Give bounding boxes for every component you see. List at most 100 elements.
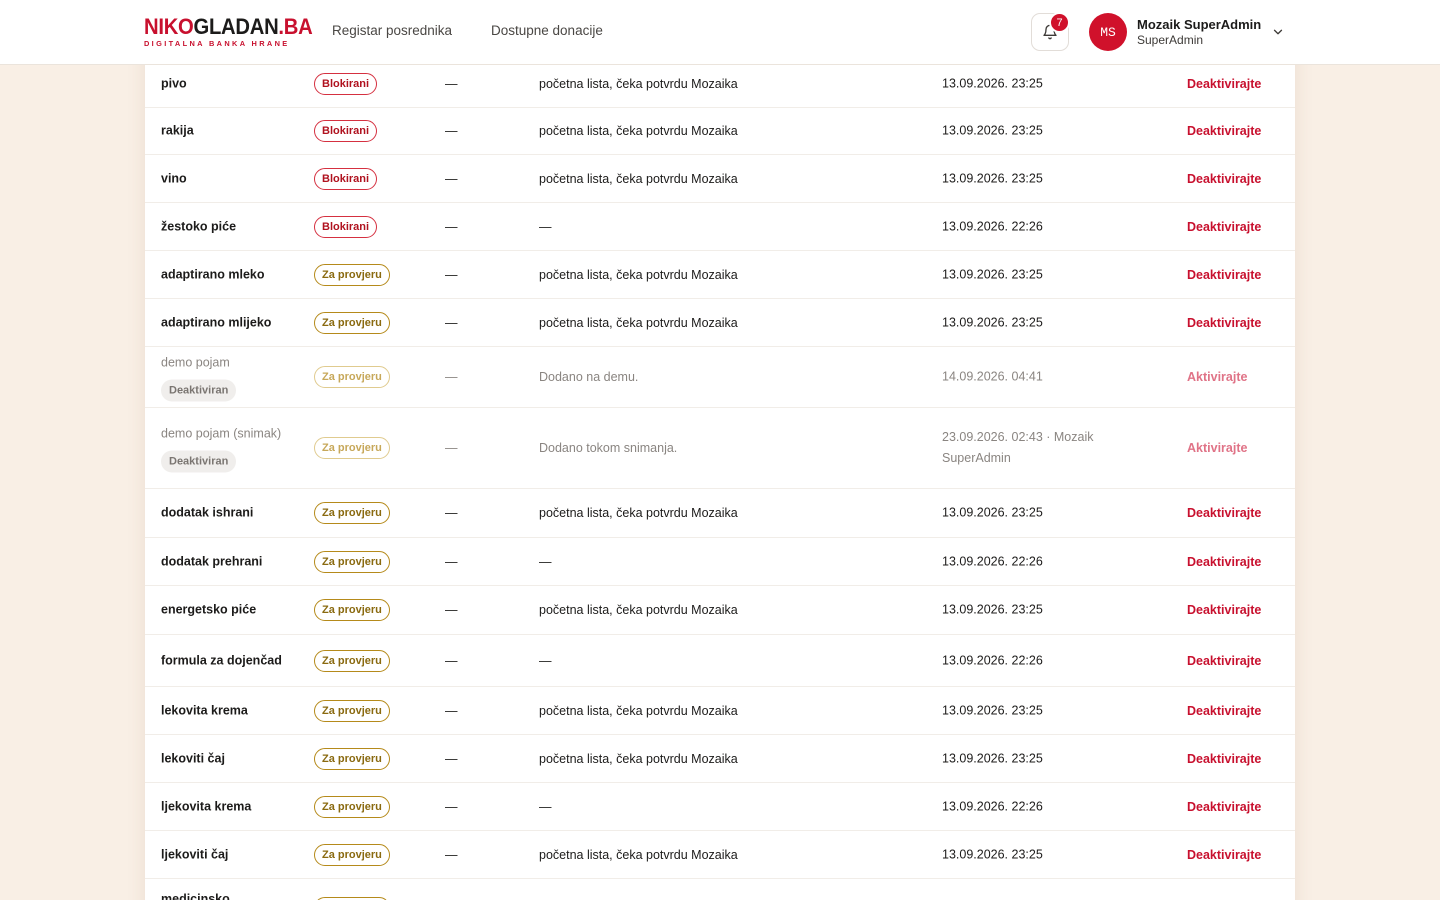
deactivate-button[interactable]: Deaktivirajte — [1187, 506, 1261, 520]
deactivate-button[interactable]: Deaktivirajte — [1187, 268, 1261, 282]
nav-dostupne-donacije[interactable]: Dostupne donacije — [491, 23, 603, 38]
note-cell: Dodano tokom snimanja. — [539, 441, 678, 455]
term-name: adaptirano mlijeko — [161, 315, 272, 329]
status-badge: Za provjeru — [314, 437, 390, 459]
note-cell: početna lista, čeka potvrdu Mozaika — [539, 751, 738, 766]
term-cell: rakija — [161, 121, 291, 142]
term-name: rakija — [161, 123, 194, 138]
term-name: medicinsko — [161, 892, 230, 900]
term-name: energetsko piće — [161, 602, 257, 617]
note-cell: — — [539, 219, 552, 234]
term-name: demo pojam (snimak) — [161, 426, 282, 441]
deactivate-button[interactable]: Deaktivirajte — [1187, 555, 1261, 569]
deactivate-button[interactable]: Deaktivirajte — [1187, 172, 1261, 186]
user-name[interactable]: Mozaik SuperAdmin — [1137, 17, 1261, 32]
category-cell: — — [445, 219, 458, 234]
status-cell: Za provjeru — [314, 437, 390, 459]
deactivate-button[interactable]: Deaktivirajte — [1187, 752, 1261, 766]
deactivate-button[interactable]: Deaktivirajte — [1187, 848, 1261, 862]
date-cell: 13.09.2026. 23:25 — [942, 267, 1043, 281]
logo-wordmark: NIKOGLADAN.BA — [144, 14, 313, 39]
term-cell: vino — [161, 168, 291, 189]
activate-button[interactable]: Aktivirajte — [1187, 370, 1247, 384]
term-cell: ljekovita krema — [161, 796, 291, 817]
table-row: medicinskoZa provjeru — [145, 879, 1295, 900]
category-cell: — — [445, 653, 458, 668]
table-row: energetsko piće Za provjeru — početna lista… — [145, 586, 1295, 635]
note-cell: — — [539, 554, 552, 569]
deactivated-badge: Deaktiviran — [161, 450, 237, 473]
status-cell: Za provjeru — [314, 311, 390, 334]
term-name: pivo — [161, 76, 187, 90]
category-cell: — — [445, 124, 458, 138]
activate-button[interactable]: Aktivirajte — [1187, 441, 1247, 455]
chevron-down-icon[interactable] — [1271, 25, 1285, 39]
term-name: vino — [161, 171, 187, 185]
term-cell: adaptirano mleko — [161, 264, 291, 285]
term-name: formula za dojenčad — [161, 653, 282, 667]
status-cell: Blokirani — [314, 120, 378, 142]
date-cell: 13.09.2026. 23:25 — [942, 315, 1043, 329]
table-row: demo pojam (snimak) Deaktiviran Za provjer… — [145, 408, 1295, 489]
note-cell: — — [539, 799, 552, 814]
status-badge: Za provjeru — [314, 366, 390, 388]
deactivate-button[interactable]: Deaktivirajte — [1187, 800, 1261, 814]
status-cell: Za provjeru — [314, 795, 390, 818]
category-cell: — — [445, 799, 458, 814]
term-cell: žestoko piće — [161, 216, 291, 237]
term-cell: adaptirano mlijeko — [161, 312, 291, 333]
table-row: rakija Blokirani — početna lista, čeka potv… — [145, 108, 1295, 155]
user-role: SuperAdmin — [1137, 33, 1204, 47]
deactivate-button[interactable]: Deaktivirajte — [1187, 704, 1261, 718]
term-cell: pivo — [161, 73, 291, 94]
status-badge: Za provjeru — [314, 599, 390, 621]
status-badge: Blokirani — [314, 167, 378, 190]
note-cell: početna lista, čeka potvrdu Mozaika — [539, 603, 738, 617]
term-cell: dodatak ishrani — [161, 503, 291, 524]
term-cell: demo pojam Deaktiviran — [161, 353, 291, 402]
deactivate-button[interactable]: Deaktivirajte — [1187, 124, 1261, 138]
avatar[interactable]: MS — [1089, 13, 1127, 51]
deactivate-button[interactable]: Deaktivirajte — [1187, 603, 1261, 617]
status-cell: Za provjeru — [314, 263, 390, 286]
term-name: dodatak ishrani — [161, 505, 254, 520]
deactivated-badge: Deaktiviran — [161, 379, 237, 402]
status-cell: Za provjeru — [314, 649, 390, 672]
term-name: ljekovita krema — [161, 799, 252, 813]
date-cell: 13.09.2026. 23:25 — [942, 76, 1043, 90]
logo[interactable]: NIKOGLADAN.BA DIGITALNA BANKA HRANE — [144, 14, 327, 48]
table-row: demo pojam Deaktiviran Za provjeru — Dodano … — [145, 347, 1295, 408]
status-badge: Za provjeru — [314, 502, 390, 524]
status-cell: Za provjeru — [314, 550, 390, 573]
date-cell: 13.09.2026. 22:26 — [942, 653, 1043, 667]
deactivate-button[interactable]: Deaktivirajte — [1187, 77, 1261, 91]
deactivate-button[interactable]: Deaktivirajte — [1187, 316, 1261, 330]
note-cell: — — [539, 653, 552, 668]
category-cell: — — [445, 506, 458, 520]
term-name: lekovita krema — [161, 703, 248, 717]
status-cell: Za provjeru — [314, 747, 390, 770]
category-cell: — — [445, 76, 458, 91]
note-cell: početna lista, čeka potvrdu Mozaika — [539, 171, 738, 186]
date-cell: 13.09.2026. 23:25 — [942, 171, 1043, 185]
date-cell: 13.09.2026. 23:25 — [942, 505, 1043, 520]
status-cell: Za provjeru — [314, 502, 390, 524]
date-cell: 13.09.2026. 22:26 — [942, 799, 1043, 813]
deactivate-button[interactable]: Deaktivirajte — [1187, 220, 1261, 234]
status-cell: Za provjeru — [314, 366, 390, 388]
term-cell: energetsko piće — [161, 600, 291, 621]
term-cell: lekoviti čaj — [161, 748, 291, 769]
date-cell: 13.09.2026. 23:25 — [942, 751, 1043, 765]
table-row: dodatak ishrani Za provjeru — početna lista… — [145, 489, 1295, 538]
note-cell: početna lista, čeka potvrdu Mozaika — [539, 703, 738, 718]
status-badge: Za provjeru — [314, 550, 390, 573]
nav-registar-posrednika[interactable]: Registar posrednika — [332, 23, 452, 38]
category-cell: — — [445, 703, 458, 718]
category-cell: — — [445, 554, 458, 569]
deactivate-button[interactable]: Deaktivirajte — [1187, 654, 1261, 668]
table-row: formula za dojenčad Za provjeru — — 13.09.20… — [145, 635, 1295, 687]
table-row: lekoviti čaj Za provjeru — početna lista, č… — [145, 735, 1295, 783]
logo-tagline: DIGITALNA BANKA HRANE — [144, 39, 290, 48]
status-cell: Blokirani — [314, 72, 378, 95]
status-badge: Za provjeru — [314, 263, 390, 286]
